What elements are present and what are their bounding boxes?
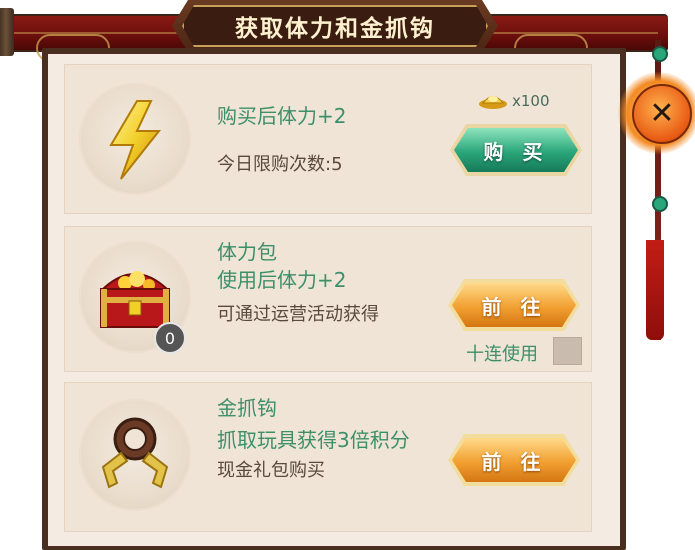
close-button[interactable]: ✕	[632, 84, 692, 144]
title-frame: 获取体力和金抓钩	[182, 5, 488, 47]
ten-use-checkbox[interactable]	[553, 337, 582, 365]
close-icon: ✕	[649, 96, 675, 131]
go-button-golden-claw[interactable]: 前 往	[452, 438, 576, 482]
lightning-icon	[109, 100, 162, 180]
item-icon-frame	[79, 399, 191, 511]
item-source: 现金礼包购买	[217, 460, 325, 481]
item-effect: 使用后体力+2	[217, 268, 347, 292]
item-title: 体力包	[217, 240, 277, 264]
ten-use-label: 十连使用	[466, 344, 538, 365]
lantern-bead	[652, 46, 668, 62]
item-icon-frame	[79, 83, 191, 195]
dialog-title: 获取体力和金抓钩	[235, 16, 435, 42]
item-title: 金抓钩	[217, 396, 277, 420]
price-tag: x100	[478, 92, 550, 110]
scroll-cap-left	[0, 8, 14, 56]
lantern-tassel	[646, 240, 664, 340]
golden-claw-icon	[101, 417, 169, 489]
go-button-stamina-pack[interactable]: 前 往	[452, 283, 576, 327]
item-effect: 抓取玩具获得3倍积分	[217, 428, 410, 452]
item-title: 购买后体力+2	[217, 104, 347, 128]
lantern-bead	[652, 196, 668, 212]
gold-ingot-icon	[479, 96, 507, 109]
purchase-limit-text: 今日限购次数:5	[217, 154, 343, 175]
item-source: 可通过运营活动获得	[217, 304, 379, 325]
item-count-badge: 0	[154, 322, 186, 354]
price-amount: x100	[512, 92, 550, 110]
buy-button[interactable]: 购 买	[454, 128, 578, 172]
